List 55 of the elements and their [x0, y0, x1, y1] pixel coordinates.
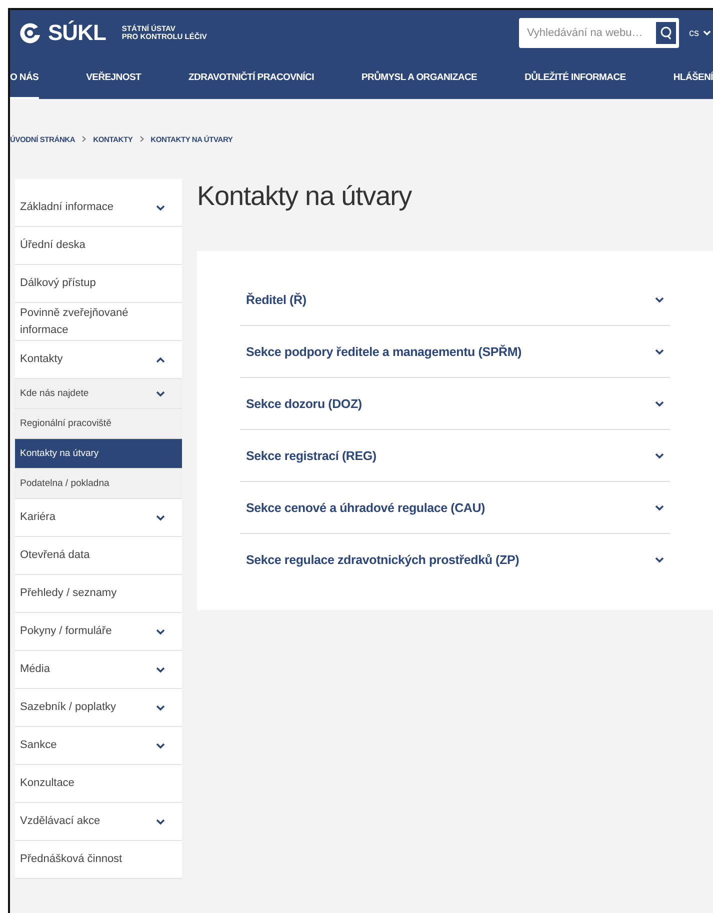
sidebar-item[interactable]: Pokyny / formuláře [15, 613, 182, 651]
nav-tab[interactable]: VEŘEJNOST [86, 56, 141, 99]
sidebar-item[interactable]: Přehledy / seznamy [15, 575, 182, 613]
sidebar-item[interactable]: Základní informace [15, 189, 182, 227]
logo-text: SÚKL [48, 20, 106, 46]
chevron-down-icon [156, 204, 165, 210]
chevron-down-icon [655, 452, 664, 458]
chevron-down-icon [156, 390, 165, 396]
search-button[interactable] [656, 22, 676, 44]
sidebar-item[interactable]: Úřední deska [15, 227, 182, 265]
chevron-down-icon [655, 296, 664, 302]
chevron-down-icon [156, 628, 165, 634]
sidebar-item[interactable]: Sankce [15, 727, 182, 765]
chevron-up-icon [156, 356, 165, 362]
nav-tab[interactable]: ZDRAVOTNIČTÍ PRACOVNÍCI [188, 56, 314, 99]
sidebar-item[interactable]: Otevřená data [15, 537, 182, 575]
accordion-item[interactable]: Sekce registrací (REG) [240, 430, 670, 482]
chevron-down-icon [156, 704, 165, 710]
page-title: Kontakty na útvary [197, 180, 413, 212]
logo-icon [18, 21, 42, 45]
nav-tab[interactable]: DŮLEŽITÉ INFORMACE [524, 56, 626, 99]
chevron-down-icon [703, 30, 711, 36]
nav-tab[interactable]: PRŮMYSL A ORGANIZACE [361, 56, 478, 99]
sidebar-item[interactable]: Přednášková činnost [15, 841, 182, 879]
chevron-down-icon [156, 742, 165, 748]
chevron-down-icon [156, 666, 165, 672]
nav-tab[interactable]: HLÁŠENÍ [673, 56, 713, 99]
sidebar-item[interactable]: Sazebník / poplatky [15, 689, 182, 727]
accordion-item[interactable]: Sekce podpory ředitele a managementu (SPŘM) [240, 326, 670, 378]
sidebar-item[interactable]: Média [15, 651, 182, 689]
chevron-down-icon [655, 400, 664, 406]
sidebar-item[interactable]: Regionální pracoviště [15, 409, 182, 439]
sidebar-item[interactable]: Kde nás najdete [15, 379, 182, 409]
accordion-item[interactable]: Sekce dozoru (DOZ) [240, 378, 670, 430]
sidebar-item[interactable]: Kariéra [15, 499, 182, 537]
chevron-right-icon [82, 136, 86, 142]
chevron-down-icon [156, 514, 165, 520]
chevron-down-icon [156, 818, 165, 824]
sidebar-item[interactable]: Konzultace [15, 765, 182, 803]
chevron-right-icon [140, 136, 144, 142]
search-field[interactable]: Vyhledávání na webu… [519, 18, 679, 48]
sidebar-item[interactable]: Povinně zveřejňované informace [15, 303, 182, 341]
sidebar-item[interactable]: Vzdělávací akce [15, 803, 182, 841]
chevron-down-icon [655, 556, 664, 562]
search-icon [660, 26, 672, 40]
nav-tab[interactable]: O NÁS [10, 56, 39, 99]
sidebar-item[interactable]: Podatelna / pokladna [15, 469, 182, 499]
language-selector[interactable]: cs [689, 28, 711, 38]
accordion-item[interactable]: Ředitel (Ř) [240, 274, 670, 326]
chevron-down-icon [655, 348, 664, 354]
sidebar-item[interactable]: Kontakty na útvary [15, 439, 182, 469]
sidebar-item[interactable]: Dálkový přístup [15, 265, 182, 303]
accordion-item[interactable]: Sekce regulace zdravotnických prostředků (ZP) [240, 534, 670, 585]
accordion-item[interactable]: Sekce cenové a úhradové regulace (CAU) [240, 482, 670, 534]
chevron-down-icon [655, 504, 664, 510]
